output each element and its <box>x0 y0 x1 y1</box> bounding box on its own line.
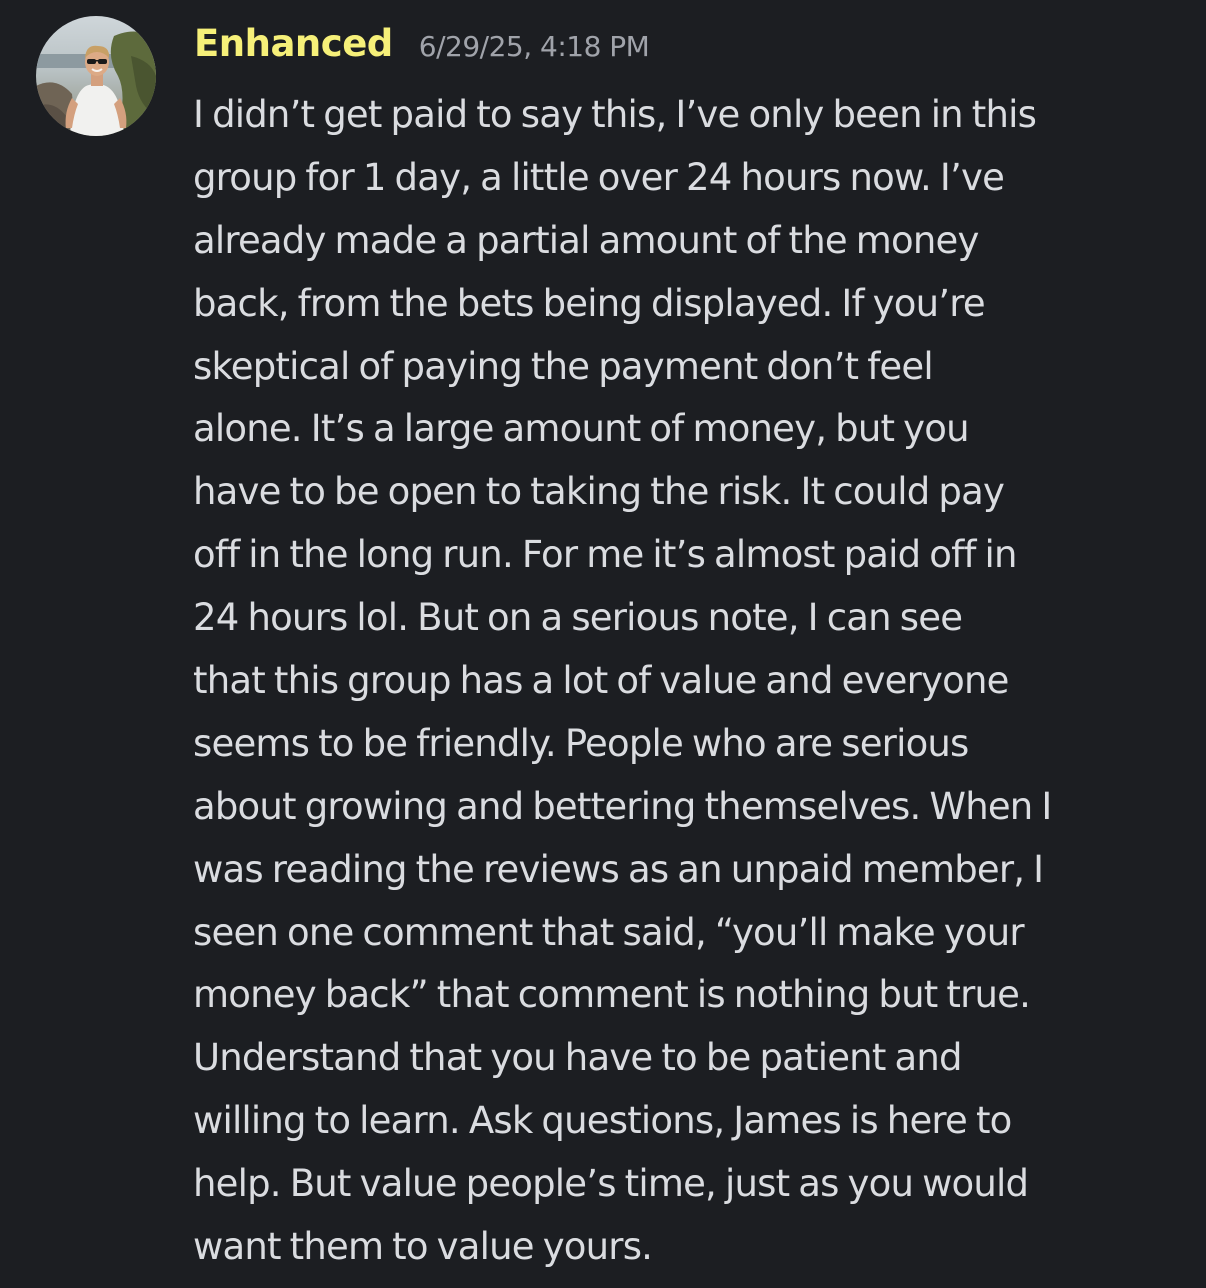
message-line: skeptical of paying the payment don’t fe… <box>193 344 934 388</box>
message-line: about growing and bettering themselves. … <box>193 784 1052 828</box>
message-line: seen one comment that said, “you’ll make… <box>193 910 1025 954</box>
message-line: back, from the bets being displayed. If … <box>193 281 986 325</box>
message-line: Understand that you have to be patient a… <box>193 1036 963 1080</box>
user-avatar-photo-icon <box>36 16 156 136</box>
chat-message: Enhanced 6/29/25, 4:18 PM I didn’t get p… <box>0 0 1206 1288</box>
message-header: Enhanced 6/29/25, 4:18 PM <box>194 22 650 78</box>
message-line: money back” that comment is nothing but … <box>193 973 1031 1017</box>
message-line: I didn’t get paid to say this, I’ve only… <box>193 93 1037 136</box>
message-line: willing to learn. Ask questions, James i… <box>193 1099 1012 1143</box>
message-body: I didn’t get paid to say this, I’ve only… <box>193 84 1183 1279</box>
message-timestamp: 6/29/25, 4:18 PM <box>418 30 650 63</box>
message-line: 24 hours lol. But on a serious note, I c… <box>193 596 963 640</box>
avatar[interactable] <box>36 16 156 136</box>
message-line: want them to value yours. <box>193 1225 653 1269</box>
author-name[interactable]: Enhanced <box>194 22 393 65</box>
message-line: that this group has a lot of value and e… <box>193 659 1009 703</box>
message-line: was reading the reviews as an unpaid mem… <box>193 847 1044 891</box>
message-line: seems to be friendly. People who are ser… <box>193 721 969 765</box>
message-line: off in the long run. For me it’s almost … <box>193 533 1017 577</box>
message-line: alone. It’s a large amount of money, but… <box>193 407 970 451</box>
message-line: help. But value people’s time, just as y… <box>193 1162 1029 1206</box>
message-line: already made a partial amount of the mon… <box>193 218 979 262</box>
message-line: group for 1 day, a little over 24 hours … <box>193 155 1005 199</box>
message-line: have to be open to taking the risk. It c… <box>193 470 1005 514</box>
